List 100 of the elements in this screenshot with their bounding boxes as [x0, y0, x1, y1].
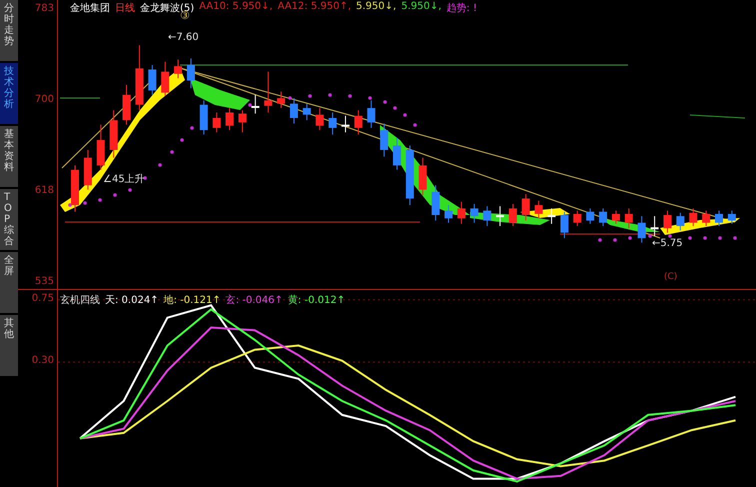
chart-annotation: ∠45上升 — [103, 172, 145, 186]
sar-dot — [348, 94, 352, 98]
legend-text: 玄: -0.046↑ — [226, 294, 283, 307]
level-line — [690, 114, 746, 118]
sar-dot — [98, 198, 102, 202]
candlestick — [380, 123, 388, 158]
sar-dot — [598, 238, 602, 242]
sar-dot — [688, 236, 692, 240]
candlestick — [728, 210, 736, 224]
candlestick — [174, 59, 182, 79]
sar-dot — [703, 236, 707, 240]
candlestick — [200, 100, 208, 136]
chart-annotation: ←7.60 — [168, 32, 199, 43]
legend-text: 天: 0.024↑ — [105, 294, 159, 307]
candlestick — [148, 64, 156, 96]
sar-dot — [180, 138, 184, 142]
chart-annotation: ←5.75 — [652, 238, 683, 249]
sar-dot — [628, 236, 632, 240]
chart-header-text: 5.950↓, — [356, 1, 396, 14]
candlestick — [470, 204, 478, 224]
candlestick — [715, 210, 723, 227]
candlestick — [599, 208, 608, 227]
y-axis-label: 0.75 — [32, 292, 54, 305]
candlestick — [702, 210, 710, 227]
candlestick — [328, 112, 337, 136]
candlestick — [161, 61, 170, 96]
candlestick — [406, 145, 414, 206]
sidebar-tab[interactable]: 全屏 — [0, 252, 18, 313]
chart-header-text: 5.950↓, — [401, 1, 442, 14]
candlestick — [110, 110, 118, 158]
legend-text: 地: -0.121↑ — [164, 294, 221, 307]
candlestick — [560, 211, 568, 239]
y-axis-label: 0.30 — [32, 355, 54, 368]
sar-dot — [128, 188, 132, 192]
sar-dot — [733, 236, 737, 240]
sar-dot — [393, 106, 397, 110]
candlestick — [238, 110, 246, 133]
candlestick — [122, 84, 131, 126]
sar-dot — [190, 126, 194, 130]
candlestick — [251, 94, 260, 114]
sar-dot — [143, 176, 147, 180]
sar-dot — [158, 163, 162, 167]
candlestick — [496, 206, 504, 227]
candlestick — [444, 204, 453, 224]
indicator-title: 玄机四线 — [60, 294, 100, 307]
candlestick — [226, 108, 234, 131]
sidebar-tab[interactable]: 分时走势 — [0, 0, 18, 61]
candlestick — [586, 208, 594, 224]
circled-number-marker: ③ — [180, 9, 190, 22]
sar-dot — [68, 203, 72, 207]
candlestick — [548, 208, 556, 224]
sidebar-tab[interactable]: 技术分析 — [0, 63, 18, 124]
sar-dot — [413, 123, 417, 127]
candlestick — [689, 208, 698, 227]
sar-dot — [383, 100, 387, 104]
candlestick — [264, 71, 272, 113]
candlestick — [432, 184, 440, 222]
sar-dot — [83, 201, 87, 205]
candlestick — [418, 157, 427, 196]
candlestick — [277, 91, 286, 109]
sidebar-tab[interactable]: 基本资料 — [0, 126, 18, 187]
candlestick — [302, 103, 311, 121]
sidebar-tab[interactable]: TOP综合 — [0, 189, 18, 250]
sar-dot — [668, 234, 672, 238]
sar-dot — [288, 96, 292, 100]
candlestick — [638, 216, 646, 244]
sar-dot — [648, 234, 652, 238]
candlestick — [663, 210, 672, 234]
y-axis-label: 618 — [34, 184, 54, 197]
sar-dot — [308, 94, 312, 98]
sar-dot — [170, 150, 174, 154]
y-axis-label: 700 — [34, 94, 54, 106]
sar-dot — [718, 236, 722, 240]
candlestick — [84, 149, 92, 190]
candlestick — [135, 44, 144, 111]
candlestick — [534, 200, 543, 219]
candlestick — [624, 208, 633, 229]
chart-header-text: 日线 — [115, 2, 135, 15]
sidebar-tab[interactable]: 其他 — [0, 315, 18, 376]
legend-text: 黄: -0.012↑ — [288, 294, 346, 307]
sar-dot — [368, 96, 372, 100]
chart-header-text: 趋势: ! — [446, 2, 477, 15]
chart-annotation: (C) — [664, 272, 678, 282]
candlestick — [186, 58, 195, 89]
candlestick — [457, 201, 466, 224]
candlestick — [290, 98, 298, 124]
candlestick — [522, 194, 530, 222]
candlestick — [367, 100, 376, 128]
candlestick — [573, 210, 582, 227]
candlestick — [212, 112, 221, 133]
candlestick — [354, 110, 362, 136]
y-axis-label: 535 — [34, 276, 54, 288]
candlestick — [483, 206, 492, 227]
chart-header-text: AA12: 5.950↑, — [278, 1, 352, 14]
candlestick — [96, 124, 105, 170]
candlestick — [316, 108, 324, 131]
sar-dot — [403, 113, 407, 117]
candlestick — [71, 164, 79, 212]
candlestick — [612, 210, 620, 224]
y-axis-label: 783 — [34, 2, 54, 15]
